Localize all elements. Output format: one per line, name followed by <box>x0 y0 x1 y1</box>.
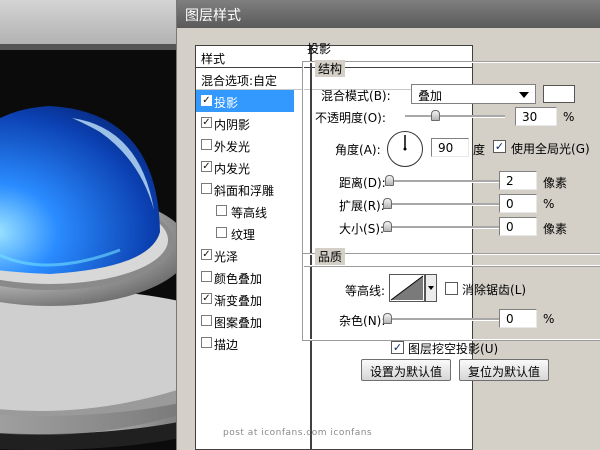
contour-picker[interactable] <box>389 274 425 302</box>
style-item[interactable]: 斜面和浮雕 <box>196 178 294 200</box>
style-item-label: 图案叠加 <box>214 316 263 330</box>
style-item-label: 等高线 <box>231 206 268 220</box>
layer-style-dialog: 图层样式 样式 混合选项:自定 ✓ 投影 ✓ 内阴影 外发光 ✓ 内发光 斜面和浮雕 等高线 纹理… <box>176 0 600 450</box>
quality-title: 品质 <box>315 248 346 265</box>
size-slider-thumb[interactable] <box>383 221 392 232</box>
blend-mode-value: 叠加 <box>418 89 443 103</box>
style-checkbox[interactable] <box>201 183 212 194</box>
angle-dial[interactable] <box>387 131 423 167</box>
style-checkbox[interactable] <box>201 139 212 150</box>
opacity-label: 不透明度(O): <box>315 111 386 125</box>
style-checkbox[interactable] <box>201 315 212 326</box>
section-title: 投影 <box>307 42 332 56</box>
style-checkbox[interactable]: ✓ <box>201 117 212 128</box>
dropdown-arrow-icon <box>519 92 529 98</box>
reset-default-button[interactable]: 复位为默认值 <box>459 359 549 381</box>
noise-field[interactable]: 0 <box>499 309 537 328</box>
angle-field[interactable]: 90 <box>431 138 469 157</box>
spread-slider-track[interactable] <box>387 203 503 206</box>
opacity-slider-thumb[interactable] <box>431 110 440 121</box>
opacity-slider-track[interactable] <box>405 115 505 118</box>
spread-slider-thumb[interactable] <box>383 198 392 209</box>
style-item[interactable]: 图案叠加 <box>196 310 294 332</box>
size-label: 大小(S): <box>339 222 384 236</box>
style-checkbox[interactable] <box>216 227 227 238</box>
style-item[interactable]: 等高线 <box>196 200 294 222</box>
distance-unit: 像素 <box>543 176 568 190</box>
shadow-color-swatch[interactable] <box>543 85 575 103</box>
contour-label: 等高线: <box>345 284 386 298</box>
style-checkbox[interactable] <box>201 271 212 282</box>
style-checkbox[interactable] <box>201 337 212 348</box>
style-item-label: 颜色叠加 <box>214 272 263 286</box>
noise-slider-track[interactable] <box>387 318 503 321</box>
style-item-label: 外发光 <box>214 140 251 154</box>
global-light-label: 使用全局光(G) <box>511 142 590 156</box>
distance-field[interactable]: 2 <box>499 171 537 190</box>
style-checkbox[interactable] <box>216 205 227 216</box>
angle-label: 角度(A): <box>335 143 381 157</box>
style-checkbox[interactable]: ✓ <box>201 95 212 106</box>
style-item[interactable]: ✓ 投影 <box>196 90 294 112</box>
style-item-label: 纹理 <box>231 228 256 242</box>
style-item-label: 内阴影 <box>214 118 251 132</box>
dialog-title: 图层样式 <box>177 0 600 28</box>
knockout-label: 图层挖空投影(U) <box>408 342 499 356</box>
spread-field[interactable]: 0 <box>499 194 537 213</box>
style-item-label: 投影 <box>214 96 239 110</box>
drop-shadow-settings: 投影 结构 混合模式(B): 叠加 不透明度(O): 30 % 角度(A): 9… <box>301 40 600 450</box>
distance-slider-thumb[interactable] <box>385 175 395 186</box>
noise-slider-thumb[interactable] <box>383 313 392 324</box>
global-light-checkbox[interactable]: ✓ <box>493 140 506 153</box>
style-item[interactable]: ✓ 内发光 <box>196 156 294 178</box>
blend-mode-label: 混合模式(B): <box>321 89 391 103</box>
watermark: post at iconfans.com iconfans <box>223 428 373 438</box>
style-item-label: 斜面和浮雕 <box>214 184 275 198</box>
size-unit: 像素 <box>543 222 568 236</box>
anti-alias-label: 消除锯齿(L) <box>462 283 527 297</box>
style-checkbox[interactable]: ✓ <box>201 293 212 304</box>
style-item-label: 渐变叠加 <box>214 294 263 308</box>
style-item-label: 描边 <box>214 338 239 352</box>
noise-label: 杂色(N): <box>339 314 385 328</box>
style-item[interactable]: 描边 <box>196 332 294 354</box>
style-checkbox[interactable]: ✓ <box>201 249 212 260</box>
size-slider-track[interactable] <box>387 226 503 229</box>
contour-curve-icon <box>390 275 424 301</box>
dropdown-arrow-icon <box>428 286 434 290</box>
anti-alias-checkbox[interactable] <box>445 282 458 295</box>
style-item[interactable]: ✓ 内阴影 <box>196 112 294 134</box>
angle-unit: 度 <box>473 143 486 157</box>
distance-label: 距离(D): <box>339 176 386 190</box>
style-item-label: 光泽 <box>214 250 239 264</box>
make-default-button[interactable]: 设置为默认值 <box>361 359 451 381</box>
dome-illustration <box>0 106 178 450</box>
style-item[interactable]: ✓ 渐变叠加 <box>196 288 294 310</box>
contour-dropdown-button[interactable] <box>425 274 437 302</box>
opacity-field[interactable]: 30 <box>515 107 557 126</box>
style-checkbox[interactable]: ✓ <box>201 161 212 172</box>
preview-canvas <box>0 0 178 450</box>
size-field[interactable]: 0 <box>499 217 537 236</box>
spread-label: 扩展(R): <box>339 199 385 213</box>
style-item-label: 内发光 <box>214 162 251 176</box>
style-item[interactable]: 颜色叠加 <box>196 266 294 288</box>
style-item[interactable]: 外发光 <box>196 134 294 156</box>
angle-needle-icon <box>403 135 407 151</box>
distance-slider-track[interactable] <box>387 180 503 183</box>
spread-unit: % <box>543 197 555 211</box>
blend-mode-select[interactable]: 叠加 <box>411 84 536 104</box>
knockout-checkbox[interactable]: ✓ <box>391 341 404 354</box>
structure-title: 结构 <box>315 60 346 77</box>
opacity-unit: % <box>563 110 575 124</box>
noise-unit: % <box>543 312 555 326</box>
style-item[interactable]: ✓ 光泽 <box>196 244 294 266</box>
style-item[interactable]: 纹理 <box>196 222 294 244</box>
